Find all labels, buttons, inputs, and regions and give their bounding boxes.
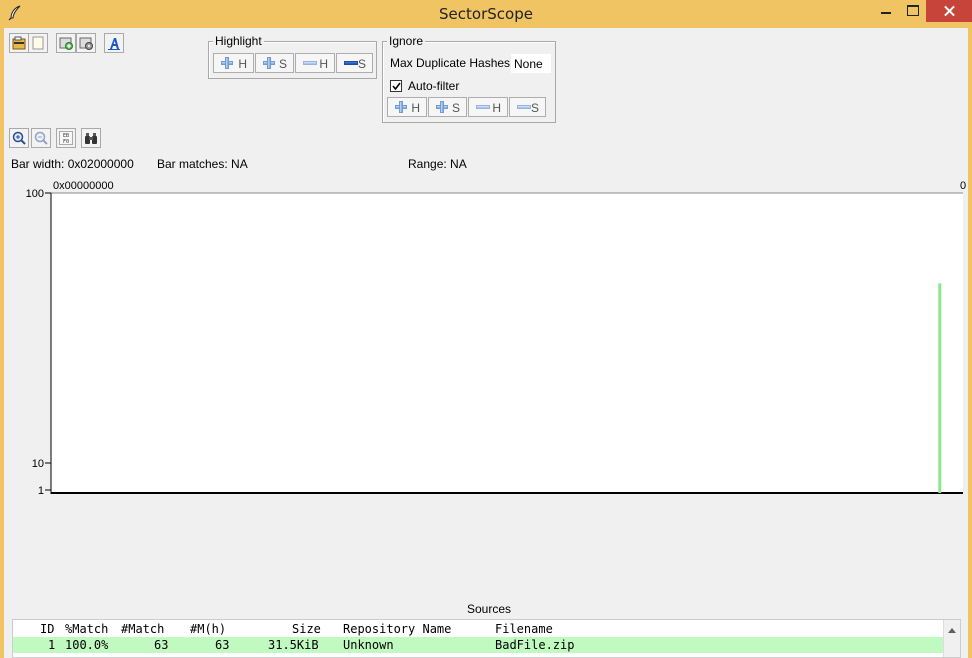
minimize-button[interactable]	[873, 0, 899, 22]
table-scrollbar[interactable]	[943, 620, 960, 657]
max-duplicate-hashes-label: Max Duplicate Hashes:	[390, 56, 514, 70]
table-header: ID %Match #Match #M(h) Size Repository N…	[13, 621, 943, 637]
plus-icon	[220, 57, 234, 69]
auto-filter-checkbox[interactable]	[390, 80, 402, 92]
column-header[interactable]: %Match	[65, 622, 108, 636]
bars	[938, 283, 942, 493]
new-file-icon	[32, 36, 44, 50]
zoom-out-icon	[34, 131, 48, 145]
highlight-remove-hash-button[interactable]: H	[295, 53, 335, 73]
new-file-button[interactable]	[28, 33, 48, 53]
cell-size: 31.5KiB	[268, 638, 319, 652]
open-file-icon	[12, 36, 26, 50]
cell-mh: 63	[215, 638, 230, 652]
cell-filename: BadFile.zip	[495, 638, 575, 652]
y-tick-label: 100	[26, 188, 44, 200]
maximize-button[interactable]	[899, 0, 926, 22]
window-title: SectorScope	[439, 5, 533, 23]
column-header[interactable]: Size	[292, 622, 321, 636]
hex-view-icon: EB F0	[59, 131, 73, 145]
column-header[interactable]: #Match	[121, 622, 164, 636]
x-end-label: 0	[960, 180, 966, 192]
x-start-label: 0x00000000	[53, 180, 114, 192]
bar-matches-text: Bar matches: NA	[157, 157, 248, 171]
minus-icon	[516, 101, 531, 113]
settings-disk-icon	[79, 37, 93, 50]
plus-icon	[394, 101, 408, 113]
binoculars-icon	[85, 133, 97, 144]
hex-view-button[interactable]: EB F0	[56, 128, 76, 148]
ignore-add-source-button[interactable]: S	[428, 97, 467, 117]
column-header[interactable]: Filename	[495, 622, 553, 636]
settings-disk-button[interactable]	[76, 33, 96, 53]
add-disk-icon	[59, 37, 73, 50]
ignore-remove-hash-button[interactable]: H	[468, 97, 508, 117]
zoom-in-icon	[12, 131, 26, 145]
button-label: S	[278, 57, 287, 71]
column-header[interactable]: ID	[40, 622, 54, 636]
bar-width-text: Bar width: 0x02000000	[11, 157, 134, 171]
highlight-remove-source-button[interactable]: S	[336, 53, 373, 73]
cell-match: 63	[154, 638, 169, 652]
svg-text:F0: F0	[63, 139, 69, 145]
y-tick-label: 10	[32, 458, 44, 470]
open-file-button[interactable]	[9, 33, 29, 53]
plot-area[interactable]	[51, 193, 963, 493]
ignore-group: Ignore Max Duplicate Hashes: Auto-filter…	[382, 34, 556, 123]
main-window: Highlight H S H S Ignore Max Duplicate H…	[4, 28, 968, 658]
max-duplicate-hashes-input[interactable]	[511, 54, 551, 73]
button-label: S	[530, 101, 539, 115]
minus-icon	[302, 57, 317, 69]
y-tick-label: 1	[38, 485, 44, 497]
sources-label: Sources	[467, 602, 512, 616]
plus-icon	[262, 57, 276, 69]
add-disk-button[interactable]	[56, 33, 76, 53]
ignore-legend: Ignore	[387, 34, 426, 48]
find-button[interactable]	[81, 128, 101, 148]
histogram-bar[interactable]	[938, 283, 942, 493]
ignore-add-hash-button[interactable]: H	[387, 97, 427, 117]
table-row[interactable]: 1 100.0% 63 63 31.5KiB Unknown BadFile.z…	[13, 637, 943, 653]
highlight-group: Highlight H S H S	[208, 34, 377, 79]
column-header[interactable]: Repository Name	[343, 622, 451, 636]
zoom-in-button[interactable]	[9, 128, 29, 148]
font-button[interactable]	[104, 33, 124, 53]
column-header[interactable]: #M(h)	[190, 622, 226, 636]
zoom-out-button[interactable]	[31, 128, 51, 148]
button-label: H	[492, 101, 501, 115]
close-button[interactable]	[926, 0, 972, 22]
button-label: H	[238, 57, 247, 71]
button-label: H	[411, 101, 420, 115]
checkmark-icon	[392, 82, 401, 91]
highlight-add-hash-button[interactable]: H	[213, 53, 254, 73]
button-label: H	[319, 57, 328, 71]
highlight-add-source-button[interactable]: S	[255, 53, 294, 73]
cell-pct-match: 100.0%	[65, 638, 109, 652]
minus-icon	[343, 57, 358, 69]
auto-filter-label: Auto-filter	[408, 79, 460, 93]
plus-icon	[435, 101, 449, 113]
font-icon	[108, 38, 120, 50]
range-text: Range: NA	[408, 157, 467, 171]
button-label: S	[357, 57, 366, 71]
cell-id: 1	[48, 638, 56, 652]
minus-icon	[475, 101, 490, 113]
cell-repo: Unknown	[343, 638, 394, 652]
button-label: S	[451, 101, 460, 115]
ignore-remove-source-button[interactable]: S	[509, 97, 546, 117]
y-ticks: 100 10 1	[26, 188, 51, 497]
match-histogram[interactable]: 100 10 1 0x00000000 0	[4, 178, 968, 508]
title-bar: SectorScope	[0, 0, 972, 28]
sources-table[interactable]: ID %Match #Match #M(h) Size Repository N…	[12, 619, 961, 658]
highlight-legend: Highlight	[213, 34, 264, 48]
